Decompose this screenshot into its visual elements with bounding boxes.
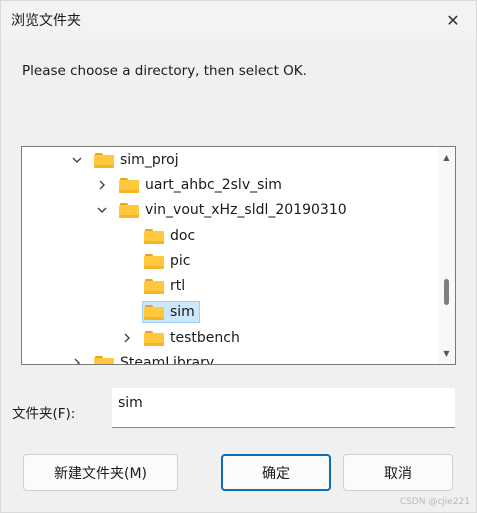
tree-item-rtl[interactable]: rtl xyxy=(144,274,185,298)
tree-item-label: sim xyxy=(170,304,195,320)
chevron-right-icon[interactable] xyxy=(95,178,109,192)
scroll-down-arrow-icon[interactable]: ▼ xyxy=(438,345,455,362)
folder-icon xyxy=(144,253,164,269)
folder-tree[interactable]: sim_proj uart_ahbc_2slv_sim vin_vout_xHz… xyxy=(21,146,456,365)
tree-item-pic[interactable]: pic xyxy=(144,249,190,273)
close-icon[interactable]: ✕ xyxy=(430,1,476,39)
tree-item-steamlibrary[interactable]: SteamLibrary xyxy=(70,351,215,365)
tree-item-label: rtl xyxy=(170,278,186,294)
tree-item-label: uart_ahbc_2slv_sim xyxy=(145,177,282,193)
browse-folder-dialog: 浏览文件夹 ✕ Please choose a directory, then … xyxy=(0,0,477,513)
chevron-right-icon[interactable] xyxy=(70,356,84,364)
chevron-down-icon[interactable] xyxy=(95,203,109,217)
folder-name-input[interactable]: sim xyxy=(112,388,455,428)
tree-item-label: vin_vout_xHz_sldl_20190310 xyxy=(145,202,347,218)
chevron-down-icon[interactable] xyxy=(70,153,84,167)
folder-field-label: 文件夹(F): xyxy=(12,406,76,422)
tree-item-label: pic xyxy=(170,253,191,269)
watermark: CSDN @cjie221 xyxy=(399,497,470,507)
scroll-up-arrow-icon[interactable]: ▲ xyxy=(438,149,455,166)
tree-item-label: SteamLibrary xyxy=(120,355,215,365)
vertical-scrollbar[interactable]: ▲ ▼ xyxy=(438,147,455,364)
folder-icon xyxy=(94,152,114,168)
folder-icon xyxy=(119,177,139,193)
tree-item-label: doc xyxy=(170,228,196,244)
tree-item-label: testbench xyxy=(170,330,240,346)
folder-icon xyxy=(144,304,164,320)
folder-icon xyxy=(144,228,164,244)
scrollbar-thumb[interactable] xyxy=(444,279,449,305)
folder-icon xyxy=(94,355,114,364)
cancel-button[interactable]: 取消 xyxy=(343,454,453,491)
new-folder-button[interactable]: 新建文件夹(M) xyxy=(23,454,178,491)
tree-item-doc[interactable]: doc xyxy=(144,224,195,248)
folder-icon xyxy=(144,330,164,346)
folder-icon xyxy=(119,202,139,218)
tree-item-label: sim_proj xyxy=(120,152,179,168)
chevron-right-icon[interactable] xyxy=(120,331,134,345)
tree-item-uart[interactable]: uart_ahbc_2slv_sim xyxy=(95,173,282,197)
ok-button[interactable]: 确定 xyxy=(221,454,331,491)
tree-item-vin-vout[interactable]: vin_vout_xHz_sldl_20190310 xyxy=(95,198,347,222)
title-bar: 浏览文件夹 ✕ xyxy=(1,1,476,39)
folder-icon xyxy=(144,278,164,294)
tree-item-sim-proj[interactable]: sim_proj xyxy=(70,148,179,172)
selected-highlight[interactable]: sim xyxy=(142,301,200,323)
tree-item-sim[interactable]: sim xyxy=(142,300,200,324)
tree-item-testbench[interactable]: testbench xyxy=(120,326,240,350)
window-title: 浏览文件夹 xyxy=(11,13,81,29)
instruction-text: Please choose a directory, then select O… xyxy=(22,63,307,79)
